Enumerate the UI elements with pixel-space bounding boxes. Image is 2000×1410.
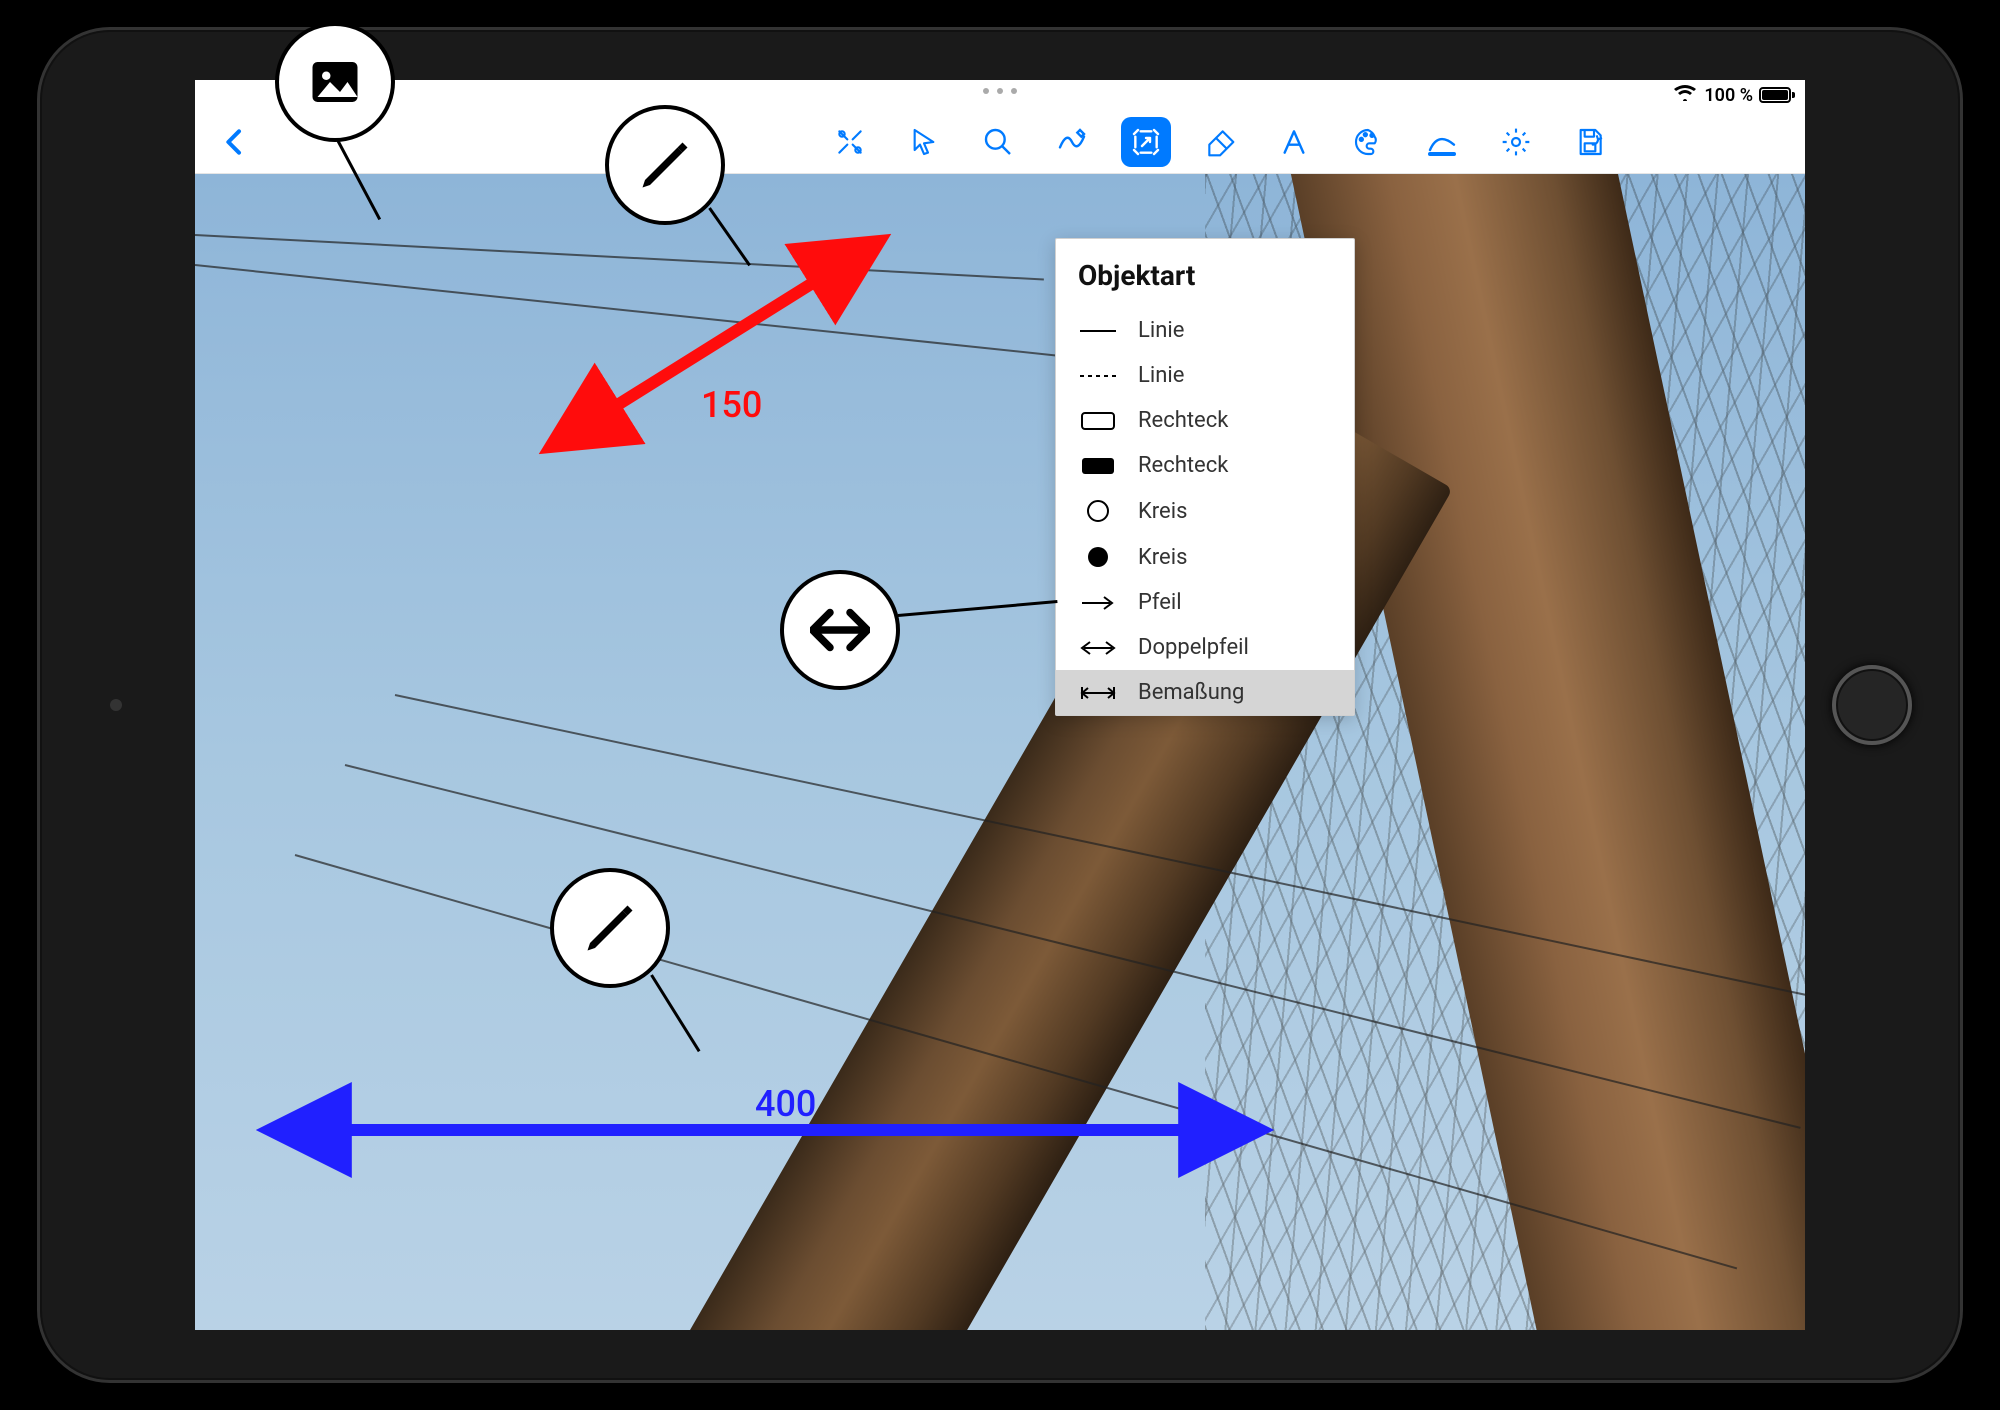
wifi-icon xyxy=(1674,85,1696,106)
photo-canvas[interactable]: 150 400 Objektart Linie Linie xyxy=(195,174,1805,1330)
color-tool[interactable] xyxy=(1343,117,1393,167)
popover-item-label: Pfeil xyxy=(1138,590,1182,615)
image-icon xyxy=(305,52,365,112)
popover-item-circle-outline[interactable]: Kreis xyxy=(1056,488,1354,534)
red-dimension-arrow[interactable] xyxy=(525,214,905,474)
popover-title: Objektart xyxy=(1056,239,1354,308)
popover-item-rect-filled[interactable]: Rechteck xyxy=(1056,443,1354,488)
text-tool[interactable] xyxy=(1269,117,1319,167)
ipad-frame: 100 % xyxy=(40,30,1960,1380)
eraser-tool[interactable] xyxy=(1195,117,1245,167)
back-button[interactable] xyxy=(210,117,260,167)
line-dashed-icon xyxy=(1078,369,1118,383)
battery-icon xyxy=(1759,87,1791,103)
multitask-dots xyxy=(983,88,1017,94)
rect-filled-icon xyxy=(1078,455,1118,477)
popover-item-label: Rechteck xyxy=(1138,408,1228,433)
status-bar: 100 % xyxy=(195,80,1805,110)
shapes-tool[interactable] xyxy=(1121,117,1171,167)
pencil-icon xyxy=(580,898,640,958)
blue-dimension-label[interactable]: 400 xyxy=(755,1083,816,1125)
toolbar xyxy=(195,110,1805,174)
popover-item-circle-filled[interactable]: Kreis xyxy=(1056,534,1354,580)
shapes-popover: Objektart Linie Linie Rechteck Rechteck xyxy=(1055,238,1355,716)
save-button[interactable] xyxy=(1565,117,1615,167)
popover-item-label: Kreis xyxy=(1138,545,1187,570)
popover-item-double-arrow[interactable]: Doppelpfeil xyxy=(1056,625,1354,670)
rect-outline-icon xyxy=(1078,410,1118,432)
pencil-icon xyxy=(635,135,695,195)
double-arrow-icon xyxy=(810,600,870,660)
popover-item-label: Linie xyxy=(1138,363,1184,388)
dimension-icon xyxy=(1078,685,1118,701)
popover-item-line-dashed[interactable]: Linie xyxy=(1056,353,1354,398)
circle-filled-icon xyxy=(1078,544,1118,570)
arrow-right-icon xyxy=(1078,595,1118,611)
battery-text: 100 % xyxy=(1704,85,1753,106)
popover-item-label: Kreis xyxy=(1138,499,1187,524)
settings-button[interactable] xyxy=(1491,117,1541,167)
callout-image xyxy=(275,22,395,142)
popover-item-label: Bemaßung xyxy=(1138,680,1244,705)
popover-item-line-solid[interactable]: Linie xyxy=(1056,308,1354,353)
arrow-double-icon xyxy=(1078,640,1118,656)
callout-edit-top xyxy=(605,105,725,225)
search-tool[interactable] xyxy=(973,117,1023,167)
tools-menu-button[interactable] xyxy=(825,117,875,167)
popover-item-arrow[interactable]: Pfeil xyxy=(1056,580,1354,625)
front-camera xyxy=(110,699,122,711)
popover-item-label: Doppelpfeil xyxy=(1138,635,1249,660)
circle-outline-icon xyxy=(1078,498,1118,524)
screen: 100 % xyxy=(195,80,1805,1330)
popover-item-rect-outline[interactable]: Rechteck xyxy=(1056,398,1354,443)
red-dimension-label[interactable]: 150 xyxy=(701,384,762,426)
home-button[interactable] xyxy=(1832,665,1912,745)
popover-item-label: Linie xyxy=(1138,318,1184,343)
freehand-tool[interactable] xyxy=(1047,117,1097,167)
stroke-tool[interactable] xyxy=(1417,117,1467,167)
popover-item-label: Rechteck xyxy=(1138,453,1228,478)
callout-dimension xyxy=(780,570,900,690)
callout-edit-bottom xyxy=(550,868,670,988)
popover-item-dimension[interactable]: Bemaßung xyxy=(1056,670,1354,715)
select-tool[interactable] xyxy=(899,117,949,167)
line-solid-icon xyxy=(1078,324,1118,338)
